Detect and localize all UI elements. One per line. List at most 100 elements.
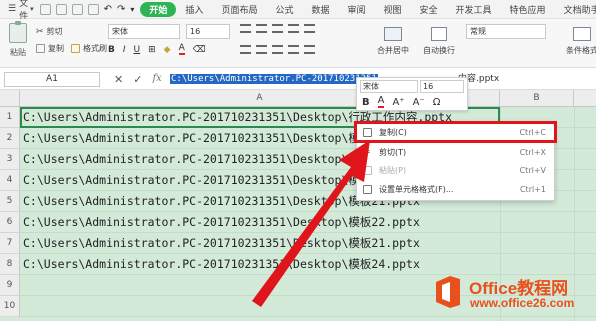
underline-button[interactable]: U	[134, 45, 141, 55]
confirm-icon[interactable]: ✓	[133, 73, 142, 86]
cell-text[interactable]: C:\Users\Administrator.PC-201710231351\D…	[23, 233, 420, 254]
mini-bold-button[interactable]: B	[362, 97, 370, 108]
watermark: Office教程网 www.office26.com	[433, 273, 593, 317]
mini-font-color-button[interactable]: A	[377, 96, 385, 108]
row-header[interactable]: 4	[0, 170, 20, 191]
row-header[interactable]: 5	[0, 191, 20, 212]
align-top-icon[interactable]	[240, 24, 251, 33]
justify-icon[interactable]	[288, 45, 299, 54]
fill-color-icon[interactable]: ◆	[164, 45, 171, 55]
cancel-icon[interactable]: ✕	[114, 73, 123, 86]
mini-size-select[interactable]: 16	[420, 80, 464, 93]
row-header[interactable]: 6	[0, 212, 20, 233]
print-icon[interactable]	[71, 3, 83, 15]
save-icon[interactable]	[39, 3, 51, 15]
tab-features[interactable]: 特色应用	[501, 3, 555, 16]
mini-toolbar: 宋体 16 B A A⁺ A⁻ Ω	[356, 77, 468, 111]
tab-formulas[interactable]: 公式	[266, 3, 302, 16]
preview-icon[interactable]	[87, 3, 99, 15]
align-bottom-icon[interactable]	[272, 24, 283, 33]
copy-icon	[36, 44, 45, 53]
tab-insert[interactable]: 插入	[176, 3, 212, 16]
tab-page-layout[interactable]: 页面布局	[212, 3, 266, 16]
paste-label: 粘贴	[10, 48, 26, 57]
row-header[interactable]: 10	[0, 296, 20, 317]
align-center-icon[interactable]	[256, 45, 267, 54]
wrap-label: 自动换行	[423, 46, 455, 55]
formula-input[interactable]: C:\Users\Administrator.PC-201710231351	[170, 72, 378, 87]
align-right-icon[interactable]	[272, 45, 283, 54]
clear-icon[interactable]: ⌫	[193, 45, 206, 55]
function-icon[interactable]: fx	[152, 73, 161, 86]
export-icon[interactable]	[55, 3, 67, 15]
menu-icon: ☰	[8, 4, 17, 14]
row-header[interactable]: 8	[0, 254, 20, 275]
font-size-select[interactable]: 16	[186, 24, 230, 39]
tab-view[interactable]: 视图	[375, 3, 411, 16]
paste-button[interactable]: 粘贴	[5, 21, 31, 58]
formula-bar-icons: ✕ ✓ fx	[114, 73, 162, 86]
context-menu-format-cells[interactable]: 设置单元格格式(F)... Ctrl+1	[357, 181, 554, 199]
font-grow-button[interactable]: A⁺	[392, 97, 404, 108]
row-header[interactable]: 2	[0, 128, 20, 149]
distributed-icon[interactable]	[304, 45, 315, 54]
select-all-corner[interactable]	[0, 90, 20, 107]
wrap-text-button[interactable]: 自动换行	[420, 27, 458, 56]
menu-item-label: 剪切(T)	[379, 148, 407, 157]
format-painter-label[interactable]: 格式刷	[83, 43, 107, 54]
paste-icon	[363, 166, 372, 175]
menu-item-shortcut: Ctrl+1	[519, 185, 546, 194]
name-box[interactable]: A1	[4, 72, 100, 87]
scissors-icon: ✂	[363, 148, 371, 158]
format-cells-icon	[363, 185, 372, 194]
office-logo-icon	[436, 276, 460, 308]
undo-icon[interactable]: ↶	[104, 4, 112, 15]
cell-text[interactable]: C:\Users\Administrator.PC-201710231351\D…	[23, 254, 420, 275]
scissors-icon: ✂	[36, 26, 44, 37]
ribbon: 粘贴 ✂ 剪切 复制 格式刷 宋体 16 B I U ⊞ ◆ A ⌫ 合并居中	[0, 19, 596, 68]
tab-review[interactable]: 审阅	[338, 3, 374, 16]
border-icon[interactable]: ⊞	[148, 45, 156, 55]
mini-format-row: B A A⁺ A⁻ Ω	[362, 96, 440, 108]
copy-button[interactable]: 复制 格式刷	[36, 43, 107, 54]
chevron-down-icon: ▾	[30, 5, 34, 13]
special-char-button[interactable]: Ω	[433, 97, 441, 108]
conditional-format-icon	[573, 27, 591, 41]
font-shrink-button[interactable]: A⁻	[413, 97, 425, 108]
mini-font-select[interactable]: 宋体	[360, 80, 418, 93]
tab-data[interactable]: 数据	[302, 3, 338, 16]
merge-center-button[interactable]: 合并居中	[375, 27, 411, 56]
redo-icon[interactable]: ↷	[117, 4, 125, 15]
align-middle-icon[interactable]	[256, 24, 267, 33]
italic-button[interactable]: I	[123, 45, 126, 55]
quick-access-toolbar: ↶ ↷ ▾	[39, 3, 134, 15]
chevron-down-icon[interactable]: ▾	[130, 5, 134, 14]
font-name-select[interactable]: 宋体	[108, 24, 180, 39]
context-menu-cut[interactable]: ✂ 剪切(T) Ctrl+X	[357, 144, 554, 162]
row-header[interactable]: 1	[0, 107, 20, 128]
conditional-format-button[interactable]: 条件格式	[562, 27, 596, 56]
row-header[interactable]: 9	[0, 275, 20, 296]
bold-button[interactable]: B	[108, 45, 115, 55]
watermark-url: www.office26.com	[470, 296, 575, 310]
indent-decrease-icon[interactable]	[288, 24, 299, 33]
context-menu-paste[interactable]: 粘贴(P) Ctrl+V	[357, 162, 554, 180]
row-header[interactable]: 3	[0, 149, 20, 170]
wrap-icon	[431, 27, 447, 41]
conditional-format-label: 条件格式	[566, 46, 596, 55]
column-header-b[interactable]: B	[500, 90, 574, 107]
number-format-select[interactable]: 常规	[466, 24, 546, 39]
indent-increase-icon[interactable]	[304, 24, 315, 33]
cut-button[interactable]: ✂ 剪切	[36, 26, 63, 37]
format-painter-icon[interactable]	[71, 44, 80, 53]
font-color-icon[interactable]: A	[178, 44, 185, 55]
align-left-icon[interactable]	[240, 45, 251, 54]
cell-text[interactable]: C:\Users\Administrator.PC-201710231351\D…	[23, 212, 420, 233]
tab-home[interactable]: 开始	[140, 1, 177, 17]
row-header[interactable]: 7	[0, 233, 20, 254]
tab-developer[interactable]: 开发工具	[447, 3, 501, 16]
tab-security[interactable]: 安全	[411, 3, 447, 16]
tab-doc-assistant[interactable]: 文档助手	[555, 3, 596, 16]
align-row-top	[240, 24, 315, 33]
merge-label: 合并居中	[377, 46, 409, 55]
